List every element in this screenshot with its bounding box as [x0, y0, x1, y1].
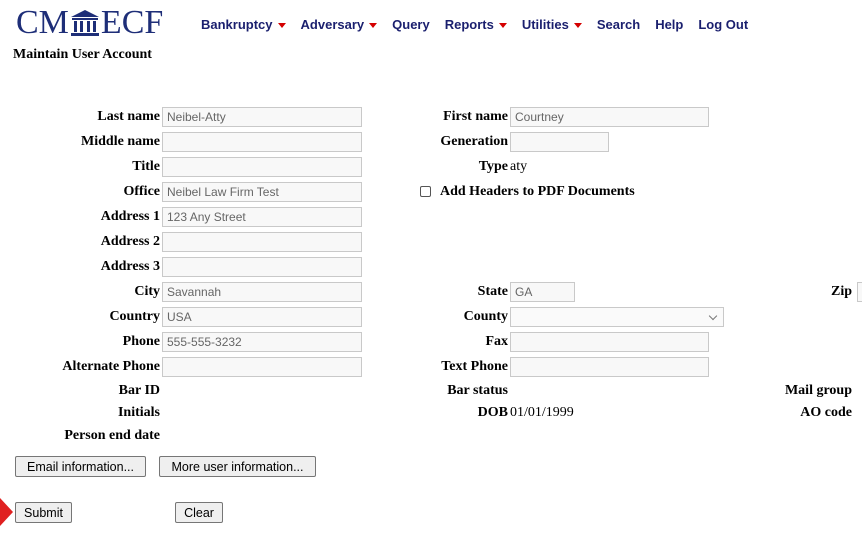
title-label: Title	[132, 159, 160, 174]
zip-field[interactable]	[857, 282, 862, 302]
ao-code-label: AO code	[800, 405, 852, 420]
mail-group-label: Mail group	[784, 383, 852, 398]
nav-label: Log Out	[698, 17, 749, 32]
city-field[interactable]: Savannah	[162, 282, 362, 302]
nav-label: Query	[392, 17, 430, 32]
nav-label: Bankruptcy	[201, 17, 273, 32]
pointer-arrow-icon	[0, 498, 13, 526]
generation-field[interactable]	[510, 132, 609, 152]
dropdown-caret-icon	[573, 23, 582, 28]
country-label: Country	[109, 309, 160, 324]
city-label: City	[134, 284, 160, 299]
nav-search[interactable]: Search	[597, 17, 640, 32]
add-headers-checkbox[interactable]	[420, 186, 431, 197]
zip-label: Zip	[830, 284, 852, 299]
middle-name-label: Middle name	[81, 134, 160, 149]
nav-utilities[interactable]: Utilities	[522, 17, 582, 32]
logo-text-left: CM	[16, 4, 69, 41]
nav-logout[interactable]: Log Out	[698, 17, 748, 32]
last-name-field[interactable]: Neibel-Atty	[162, 107, 362, 127]
last-name-label: Last name	[97, 109, 160, 124]
courthouse-icon	[70, 10, 99, 36]
nav-reports[interactable]: Reports	[445, 17, 507, 32]
fax-label: Fax	[485, 334, 508, 349]
nav-bankruptcy[interactable]: Bankruptcy	[201, 17, 286, 32]
add-headers-label[interactable]: Add Headers to PDF Documents	[440, 182, 635, 202]
more-user-information-button[interactable]: More user information...	[159, 456, 316, 477]
state-field[interactable]: GA	[510, 282, 575, 302]
phone-field[interactable]: 555-555-3232	[162, 332, 362, 352]
clear-button[interactable]: Clear	[175, 502, 223, 523]
chevron-down-icon	[708, 311, 718, 321]
address3-label: Address 3	[100, 259, 160, 274]
header-bar: CM ECF Bankruptcy Adversary Query Report…	[0, 0, 862, 44]
alternate-phone-label: Alternate Phone	[62, 359, 160, 374]
person-end-date-label: Person end date	[64, 428, 160, 443]
email-information-button[interactable]: Email information...	[15, 456, 146, 477]
address1-field[interactable]: 123 Any Street	[162, 207, 362, 227]
alternate-phone-field[interactable]	[162, 357, 362, 377]
address3-field[interactable]	[162, 257, 362, 277]
address1-label: Address 1	[100, 209, 160, 224]
type-label: Type	[478, 159, 508, 174]
first-name-field[interactable]: Courtney	[510, 107, 709, 127]
dropdown-caret-icon	[498, 23, 507, 28]
text-phone-label: Text Phone	[441, 359, 508, 374]
dropdown-caret-icon	[277, 23, 286, 28]
generation-label: Generation	[440, 134, 508, 149]
initials-label: Initials	[117, 405, 160, 420]
county-label: County	[463, 309, 508, 324]
bar-id-label: Bar ID	[118, 383, 160, 398]
county-select[interactable]	[510, 307, 724, 327]
dob-value: 01/01/1999	[510, 405, 574, 420]
bar-status-label: Bar status	[447, 383, 508, 398]
text-phone-field[interactable]	[510, 357, 709, 377]
nav-label: Help	[655, 17, 684, 32]
nav-help[interactable]: Help	[655, 17, 683, 32]
address2-field[interactable]	[162, 232, 362, 252]
office-field[interactable]: Neibel Law Firm Test	[162, 182, 362, 202]
state-label: State	[477, 284, 508, 299]
nav-adversary[interactable]: Adversary	[301, 17, 378, 32]
page-title: Maintain User Account	[13, 47, 152, 62]
dropdown-caret-icon	[369, 23, 378, 28]
middle-name-field[interactable]	[162, 132, 362, 152]
nav-label: Adversary	[300, 17, 365, 32]
country-field[interactable]: USA	[162, 307, 362, 327]
nav-label: Utilities	[521, 17, 569, 32]
nav-query[interactable]: Query	[392, 17, 430, 32]
logo-text-right: ECF	[100, 4, 164, 41]
title-field[interactable]	[162, 157, 362, 177]
nav-label: Search	[596, 17, 641, 32]
phone-label: Phone	[122, 334, 160, 349]
address2-label: Address 2	[100, 234, 160, 249]
first-name-label: First name	[443, 109, 508, 124]
nav-label: Reports	[444, 17, 494, 32]
fax-field[interactable]	[510, 332, 709, 352]
type-value: aty	[510, 159, 528, 174]
office-label: Office	[123, 184, 160, 199]
submit-button[interactable]: Submit	[15, 502, 72, 523]
main-nav: Bankruptcy Adversary Query Reports Utili…	[201, 17, 763, 32]
dob-label: DOB	[477, 405, 508, 420]
cmecf-logo[interactable]: CM ECF	[16, 6, 163, 40]
